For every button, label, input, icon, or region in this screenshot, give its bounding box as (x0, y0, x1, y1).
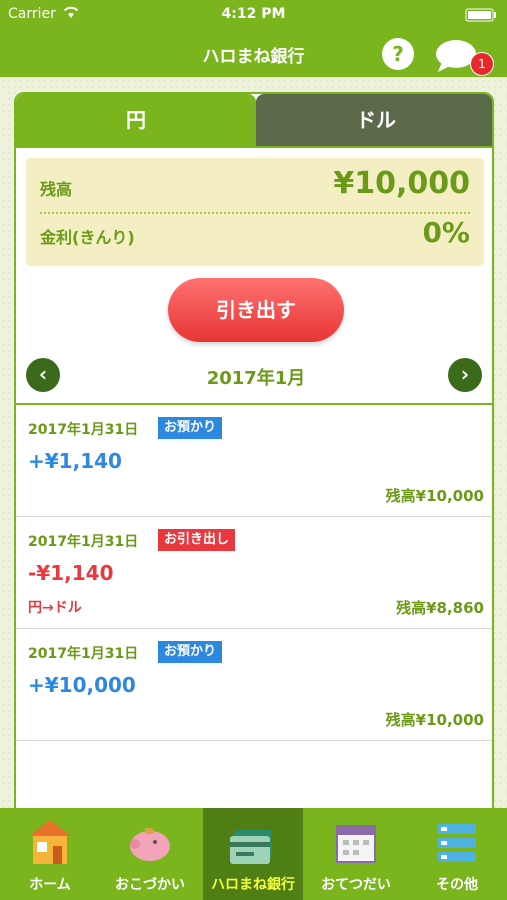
tab-divider (16, 146, 492, 148)
transaction-row[interactable]: 2017年1月31日 お引き出し -¥1,140 円→ドル 残高¥8,860 (16, 517, 492, 629)
tab-yen[interactable]: 円 (16, 94, 256, 146)
list-icon (438, 824, 476, 862)
tab-allowance-label: おこづかい (115, 877, 185, 893)
month-selector: ‹ 2017年1月 › (16, 356, 492, 396)
transaction-balance: 残高¥10,000 (385, 487, 484, 505)
tab-bank-label: ハロまね銀行 (211, 877, 295, 893)
transaction-date: 2017年1月31日 (28, 534, 139, 550)
tab-dollar[interactable]: ドル (256, 94, 492, 146)
house-icon (29, 820, 71, 864)
bottom-tab-bar: ホーム おこづかい ハロまね銀行 おてつだい その他 (0, 808, 507, 900)
interest-value: 0% (422, 216, 470, 249)
transaction-row[interactable]: 2017年1月31日 お預かり +¥10,000 残高¥10,000 (16, 629, 492, 741)
tab-other[interactable]: その他 (407, 808, 507, 900)
transaction-balance: 残高¥8,860 (396, 599, 484, 617)
tab-home-label: ホーム (29, 877, 71, 893)
transaction-date: 2017年1月31日 (28, 422, 139, 438)
balance-label: 残高 (40, 180, 73, 199)
transaction-type-badge: お預かり (158, 417, 223, 439)
transaction-type-badge: お引き出し (158, 529, 236, 551)
tab-allowance[interactable]: おこづかい (100, 808, 200, 900)
bank-card-icon (230, 830, 272, 864)
transaction-amount: +¥10,000 (28, 673, 136, 697)
nav-bar: ハロまね銀行 ? 1 (0, 30, 507, 77)
transaction-balance: 残高¥10,000 (385, 711, 484, 729)
clock-time: 4:12 PM (221, 6, 286, 22)
battery-icon (465, 8, 499, 22)
balance-panel: 残高 ¥10,000 金利(きんり) 0% (26, 158, 484, 266)
calendar-icon (336, 825, 376, 863)
tab-bank[interactable]: ハロまね銀行 (203, 808, 303, 900)
page-title: ハロまね銀行 (202, 47, 305, 67)
transaction-amount: +¥1,140 (28, 449, 122, 473)
status-bar: Carrier 4:12 PM (0, 0, 507, 30)
next-month-button[interactable]: › (448, 358, 482, 392)
tab-chores-label: おてつだい (321, 877, 391, 893)
transaction-type-badge: お預かり (158, 641, 223, 663)
notification-badge: 1 (470, 52, 494, 76)
transaction-date: 2017年1月31日 (28, 646, 139, 662)
transaction-amount: -¥1,140 (28, 561, 114, 585)
balance-value: ¥10,000 (333, 166, 470, 201)
tab-home[interactable]: ホーム (0, 808, 100, 900)
month-label: 2017年1月 (206, 368, 306, 389)
chevron-right-icon: › (460, 362, 470, 386)
transaction-row[interactable]: 2017年1月31日 お預かり +¥1,140 残高¥10,000 (16, 405, 492, 517)
dotted-divider (40, 212, 470, 214)
account-card: 円 ドル 残高 ¥10,000 金利(きんり) 0% 引き出す ‹ 2017年1… (14, 92, 494, 810)
help-button[interactable]: ? (382, 38, 414, 70)
withdraw-button[interactable]: 引き出す (168, 278, 344, 342)
piggy-bank-icon (130, 828, 170, 861)
transaction-note: 円→ドル (28, 600, 82, 616)
tab-other-label: その他 (436, 877, 478, 893)
tab-chores[interactable]: おてつだい (306, 808, 406, 900)
interest-label: 金利(きんり) (40, 228, 135, 247)
